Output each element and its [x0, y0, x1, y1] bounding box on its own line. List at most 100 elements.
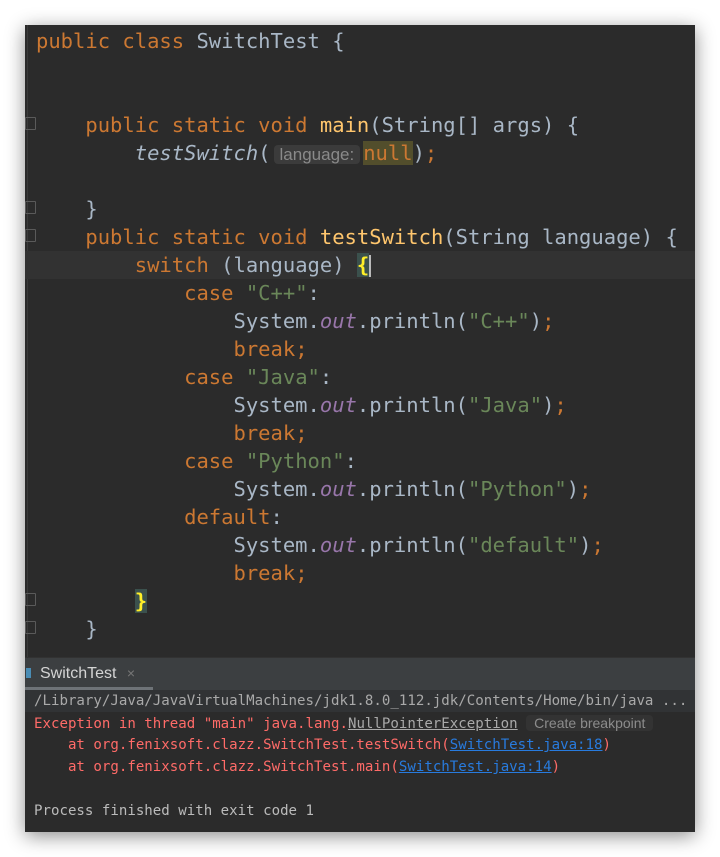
close-icon[interactable]: × — [127, 665, 135, 681]
stack-trace-line: at org.fenixsoft.clazz.SwitchTest.testSw… — [25, 734, 695, 756]
code-token: "Java" — [468, 393, 543, 417]
code-token: ; — [542, 309, 555, 333]
code-token: public class — [36, 29, 197, 53]
code-token: out — [319, 393, 357, 417]
code-token: break; — [233, 561, 308, 585]
code-token: } — [134, 589, 148, 613]
code-line: System.out.println("Python"); — [36, 475, 695, 503]
code-token: public static void — [36, 113, 320, 137]
code-token: .println( — [356, 309, 468, 333]
trace-text: at org.fenixsoft.clazz.SwitchTest.main( — [34, 759, 399, 775]
code-token: case — [184, 449, 246, 473]
code-token: public static void — [36, 225, 320, 249]
fold-icon[interactable] — [25, 593, 36, 606]
code-token: ; — [554, 393, 567, 417]
code-token: : — [307, 281, 320, 305]
code-token: : — [319, 365, 333, 389]
exception-prefix: Exception in thread "main" java.lang. — [34, 716, 348, 732]
code-token: SwitchTest { — [196, 29, 345, 53]
code-token: ) — [579, 533, 592, 557]
code-token: System. — [36, 309, 320, 333]
code-line: public static void testSwitch(String lan… — [36, 223, 695, 251]
create-breakpoint-button[interactable]: Create breakpoint — [526, 715, 654, 731]
code-line: case "Python": — [36, 447, 695, 475]
code-token: ) — [566, 477, 580, 501]
code-token: testSwitch — [319, 225, 444, 249]
fold-icon[interactable] — [25, 229, 36, 242]
code-token: (language) — [208, 253, 357, 277]
code-token: break; — [233, 337, 308, 361]
console-output: /Library/Java/JavaVirtualMachines/jdk1.8… — [25, 690, 695, 822]
code-token: switch — [134, 253, 209, 277]
code-line: testSwitch(language: null); — [36, 139, 695, 167]
code-token: } — [36, 197, 98, 221]
code-token: (String language) { — [443, 225, 678, 249]
code-editor[interactable]: public class SwitchTest { public static … — [25, 25, 695, 657]
source-link[interactable]: SwitchTest.java:14 — [399, 759, 552, 775]
code-token: out — [319, 309, 357, 333]
code-token: } — [36, 617, 98, 641]
ide-window: public class SwitchTest { public static … — [25, 25, 695, 832]
code-token: "C++" — [245, 281, 308, 305]
code-token: break; — [233, 421, 308, 445]
console-command: /Library/Java/JavaVirtualMachines/jdk1.8… — [25, 690, 695, 712]
code-line: break; — [36, 559, 695, 587]
console-exception: Exception in thread "main" java.lang.Nul… — [25, 712, 695, 734]
code-token: System. — [36, 393, 320, 417]
code-token: default — [184, 505, 271, 529]
console-icon — [26, 668, 31, 678]
exception-class-link[interactable]: NullPointerException — [348, 716, 518, 732]
run-tool-tabbar: SwitchTest × — [25, 657, 695, 690]
code-token: .println( — [356, 393, 468, 417]
code-token: (String[] args) { — [369, 113, 580, 137]
fold-icon[interactable] — [25, 621, 36, 634]
console-blank — [25, 778, 695, 800]
code-token: ; — [424, 141, 438, 165]
code-token: .println( — [356, 533, 468, 557]
code-line: public class SwitchTest { — [36, 27, 695, 55]
code-token: ) — [542, 393, 555, 417]
code-token: "default" — [468, 533, 580, 557]
code-lines: public class SwitchTest { public static … — [25, 27, 695, 643]
run-tab[interactable]: SwitchTest × — [25, 658, 153, 690]
code-token: case — [184, 281, 246, 305]
code-line: System.out.println("C++"); — [36, 307, 695, 335]
code-token: out — [319, 533, 357, 557]
trace-text: ) — [551, 759, 561, 775]
code-line: break; — [36, 335, 695, 363]
code-token: "Python" — [468, 477, 567, 501]
code-token: System. — [36, 533, 320, 557]
run-tab-label: SwitchTest — [40, 665, 117, 682]
stack-trace-line: at org.fenixsoft.clazz.SwitchTest.main(S… — [25, 756, 695, 778]
code-token: { — [356, 253, 370, 277]
trace-text: at org.fenixsoft.clazz.SwitchTest.testSw… — [34, 737, 450, 753]
code-token: "C++" — [468, 309, 530, 333]
source-link[interactable]: SwitchTest.java:18 — [450, 737, 603, 753]
code-line: } — [36, 587, 695, 615]
code-token: null — [363, 141, 413, 165]
fold-icon[interactable] — [25, 201, 36, 214]
trace-text: ) — [602, 737, 612, 753]
code-token: "Java" — [245, 365, 320, 389]
code-token: "Python" — [245, 449, 345, 473]
code-token: ; — [579, 477, 592, 501]
fold-icon[interactable] — [25, 117, 36, 130]
code-line: System.out.println("Java"); — [36, 391, 695, 419]
code-token: : — [270, 505, 283, 529]
code-token: ; — [591, 533, 604, 557]
code-token: .println( — [356, 477, 468, 501]
code-token: testSwitch — [134, 141, 259, 165]
code-line: } — [36, 615, 695, 643]
